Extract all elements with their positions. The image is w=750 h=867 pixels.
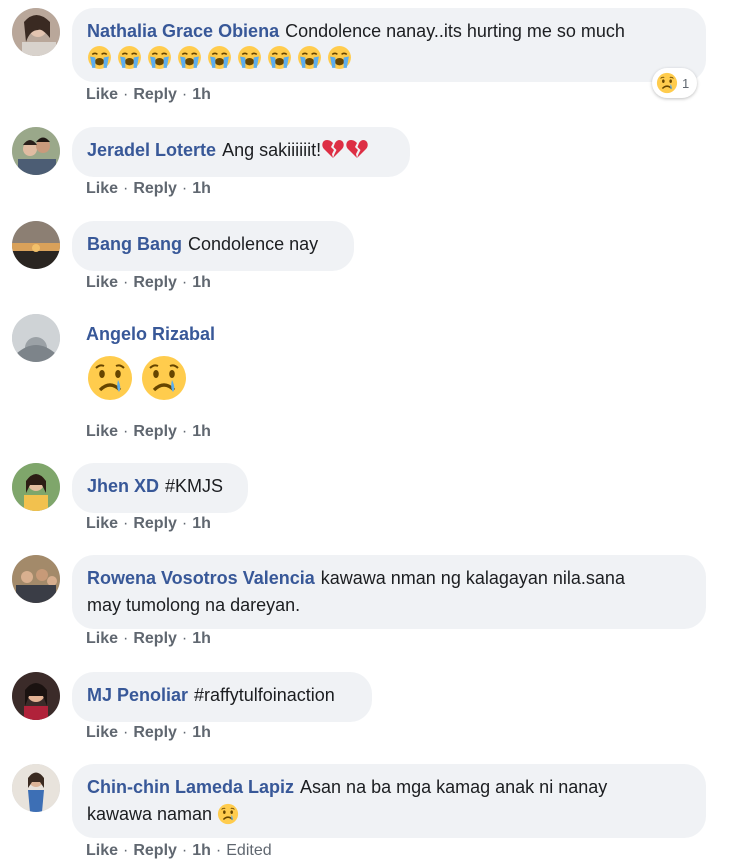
emoji-row xyxy=(87,49,352,69)
comment-author[interactable]: Jhen XD xyxy=(87,476,159,496)
comment-bubble: Jhen XD #KMJS xyxy=(72,463,248,513)
comment-bubble: Jeradel Loterte Ang sakiiiiiit! xyxy=(72,127,410,177)
comment-author[interactable]: Bang Bang xyxy=(87,234,182,254)
reaction-badge[interactable]: 1 xyxy=(652,68,698,98)
reply-link[interactable]: Reply xyxy=(133,423,177,440)
comment-bubble: MJ Penoliar #raffytulfoinaction xyxy=(72,672,372,722)
reply-link[interactable]: Reply xyxy=(133,86,177,103)
timestamp[interactable]: 1h xyxy=(192,423,211,440)
comment-bubble: Bang Bang Condolence nay xyxy=(72,221,354,271)
comment-text: Ang sakiiiiiit! xyxy=(222,140,322,160)
loudly-crying-face-icon xyxy=(87,45,112,70)
reaction-count: 1 xyxy=(682,75,690,91)
avatar[interactable] xyxy=(12,555,60,603)
comment-text-line2: may tumolong na dareyan. xyxy=(87,595,301,615)
like-link[interactable]: Like xyxy=(86,842,118,859)
emoji-row xyxy=(86,354,188,407)
comment-author[interactable]: Nathalia Grace Obiena xyxy=(87,21,279,41)
comment-author[interactable]: Angelo Rizabal xyxy=(86,324,215,344)
like-link[interactable]: Like xyxy=(86,515,118,532)
comment-text: #KMJS xyxy=(165,476,224,496)
avatar[interactable] xyxy=(12,127,60,175)
sad-face-icon xyxy=(217,803,239,825)
loudly-crying-face-icon xyxy=(117,45,142,70)
avatar[interactable] xyxy=(12,221,60,269)
avatar[interactable] xyxy=(12,764,60,812)
loudly-crying-face-icon xyxy=(237,45,262,70)
timestamp[interactable]: 1h xyxy=(192,724,211,741)
comment-actions: Like · Reply · 1h xyxy=(86,630,211,647)
comment-author[interactable]: Rowena Vosotros Valencia xyxy=(87,568,315,588)
broken-heart-icon xyxy=(321,137,345,161)
like-link[interactable]: Like xyxy=(86,180,118,197)
comment-actions: Like · Reply · 1h · Edited xyxy=(86,842,272,859)
comment-author[interactable]: MJ Penoliar xyxy=(87,685,188,705)
comment-actions: Like · Reply · 1h xyxy=(86,724,211,741)
avatar[interactable] xyxy=(12,672,60,720)
comment-text: Condolence nay xyxy=(188,234,319,254)
comment-author[interactable]: Jeradel Loterte xyxy=(87,140,216,160)
loudly-crying-face-icon xyxy=(207,45,232,70)
like-link[interactable]: Like xyxy=(86,86,118,103)
comment-actions: Like · Reply · 1h xyxy=(86,86,211,103)
timestamp[interactable]: 1h xyxy=(192,86,211,103)
loudly-crying-face-icon xyxy=(177,45,202,70)
comment-actions: Like · Reply · 1h xyxy=(86,515,211,532)
avatar[interactable] xyxy=(12,463,60,511)
comment-text: kawawa nman ng kalagayan nila.sana xyxy=(320,568,625,588)
comment-author-wrap: Angelo Rizabal xyxy=(86,324,221,345)
comment-text-line2: kawawa naman xyxy=(87,804,213,824)
crying-face-icon xyxy=(86,354,134,402)
like-link[interactable]: Like xyxy=(86,423,118,440)
edited-label[interactable]: Edited xyxy=(226,842,271,859)
comment-text: #raffytulfoinaction xyxy=(194,685,335,705)
crying-face-icon xyxy=(140,354,188,402)
comment-actions: Like · Reply · 1h xyxy=(86,180,211,197)
like-link[interactable]: Like xyxy=(86,724,118,741)
like-link[interactable]: Like xyxy=(86,630,118,647)
reply-link[interactable]: Reply xyxy=(133,724,177,741)
timestamp[interactable]: 1h xyxy=(192,515,211,532)
timestamp[interactable]: 1h xyxy=(192,274,211,291)
reply-link[interactable]: Reply xyxy=(133,842,177,859)
loudly-crying-face-icon xyxy=(297,45,322,70)
reply-link[interactable]: Reply xyxy=(133,180,177,197)
loudly-crying-face-icon xyxy=(327,45,352,70)
comment-actions: Like · Reply · 1h xyxy=(86,274,211,291)
comment-text: Asan na ba mga kamag anak ni nanay xyxy=(300,777,608,797)
comment-bubble: Chin-chin Lameda Lapiz Asan na ba mga kam… xyxy=(72,764,706,838)
timestamp[interactable]: 1h xyxy=(192,180,211,197)
broken-heart-icon xyxy=(345,137,369,161)
avatar[interactable] xyxy=(12,314,60,362)
like-link[interactable]: Like xyxy=(86,274,118,291)
comment-bubble: Nathalia Grace Obiena Condolence nanay..i… xyxy=(72,8,706,82)
avatar[interactable] xyxy=(12,8,60,56)
comment-bubble: Rowena Vosotros Valencia kawawa nman ng k… xyxy=(72,555,706,629)
reply-link[interactable]: Reply xyxy=(133,274,177,291)
loudly-crying-face-icon xyxy=(147,45,172,70)
loudly-crying-face-icon xyxy=(267,45,292,70)
comment-actions: Like · Reply · 1h xyxy=(86,423,211,440)
reply-link[interactable]: Reply xyxy=(133,630,177,647)
comment-author[interactable]: Chin-chin Lameda Lapiz xyxy=(87,777,294,797)
timestamp[interactable]: 1h xyxy=(192,630,211,647)
reply-link[interactable]: Reply xyxy=(133,515,177,532)
comment-text: Condolence nanay..its hurting me so much xyxy=(285,21,625,41)
sad-reaction-icon xyxy=(656,72,678,94)
timestamp[interactable]: 1h xyxy=(192,842,211,859)
